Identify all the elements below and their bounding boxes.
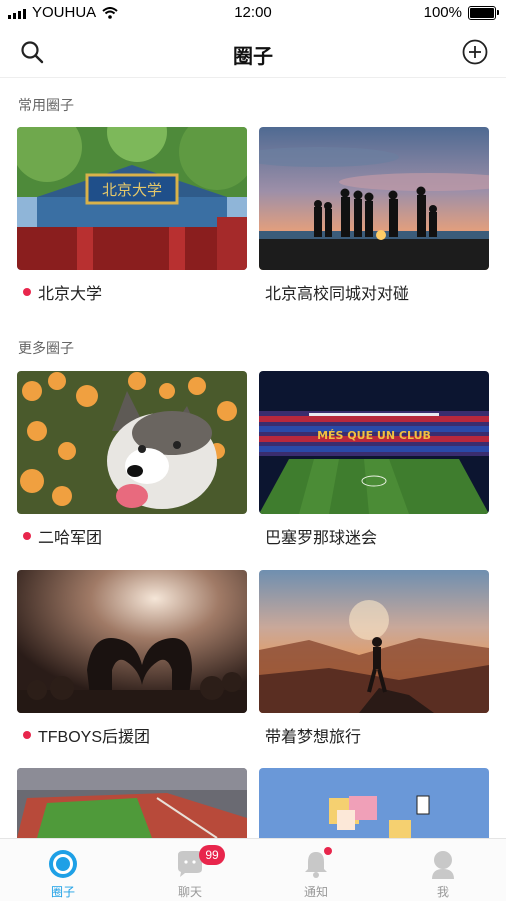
circle-name: 二哈军团 <box>38 530 103 547</box>
circle-caption: 北京高校同城对对碰 <box>259 280 489 304</box>
circle-image-husky <box>17 371 247 514</box>
circle-image-pixel <box>259 768 489 838</box>
circle-card-barca[interactable]: MÉS QUE UN CLUB 巴塞罗那球迷会 <box>259 371 489 548</box>
circle-caption: TFBOYS后援团 <box>17 723 247 747</box>
nav-divider <box>0 77 506 78</box>
add-circle-icon[interactable] <box>462 39 488 65</box>
section-label-common: 常用圈子 <box>18 97 74 113</box>
circle-image-barca: MÉS QUE UN CLUB <box>259 371 489 514</box>
circle-card-husky[interactable]: 二哈军团 <box>17 371 247 548</box>
circle-card-stadium[interactable] <box>17 768 247 838</box>
circle-image-travel <box>259 570 489 713</box>
circles-icon <box>49 850 77 878</box>
circle-image-stadium <box>17 768 247 838</box>
svg-text:北京大学: 北京大学 <box>102 181 162 199</box>
circle-name: 北京高校同城对对碰 <box>265 286 410 303</box>
circle-image-meetup <box>259 127 489 270</box>
circle-name: 北京大学 <box>38 286 103 303</box>
circle-card-pku[interactable]: 北京大学 北京大学 <box>17 127 247 304</box>
notification-dot <box>324 847 332 855</box>
circle-card-travel[interactable]: 带着梦想旅行 <box>259 570 489 747</box>
unread-dot <box>23 731 31 739</box>
circle-caption: 巴塞罗那球迷会 <box>259 524 489 548</box>
chat-unread-badge: 99 <box>199 845 225 865</box>
svg-text:MÉS QUE UN CLUB: MÉS QUE UN CLUB <box>317 429 431 442</box>
circle-card-pixel[interactable] <box>259 768 489 838</box>
tab-profile[interactable]: 我 <box>380 839 506 901</box>
circle-caption: 二哈军团 <box>17 524 247 548</box>
tab-bar: 圈子 99 聊天 通知 我 <box>0 838 506 901</box>
circle-name: TFBOYS后援团 <box>38 729 151 746</box>
circle-card-tfboys[interactable]: TFBOYS后援团 <box>17 570 247 747</box>
tab-label: 聊天 <box>177 885 202 899</box>
section-label-more: 更多圈子 <box>18 340 74 356</box>
battery-percent: 100% <box>423 4 462 21</box>
tab-circles[interactable]: 圈子 <box>0 839 126 901</box>
tab-chat[interactable]: 99 聊天 <box>127 839 253 901</box>
circle-image-pku: 北京大学 <box>17 127 247 270</box>
circle-caption: 北京大学 <box>17 280 247 304</box>
tab-label: 我 <box>436 885 449 899</box>
circle-caption: 带着梦想旅行 <box>259 723 489 747</box>
status-right: 100% <box>423 4 499 21</box>
tab-label: 通知 <box>303 885 328 899</box>
unread-dot <box>23 532 31 540</box>
circle-name: 巴塞罗那球迷会 <box>265 530 378 547</box>
circle-card-meetup[interactable]: 北京高校同城对对碰 <box>259 127 489 304</box>
user-icon <box>432 851 454 879</box>
battery-icon <box>468 5 499 20</box>
tab-label: 圈子 <box>50 885 75 899</box>
unread-dot <box>23 288 31 296</box>
circle-name: 带着梦想旅行 <box>265 729 362 746</box>
circle-image-tfboys <box>17 570 247 713</box>
status-bar: YOUHUA 12:00 100% <box>0 0 506 24</box>
tab-notifications[interactable]: 通知 <box>253 839 379 901</box>
page-title: 圈子 <box>233 46 273 68</box>
nav-bar: 圈子 <box>0 26 506 78</box>
